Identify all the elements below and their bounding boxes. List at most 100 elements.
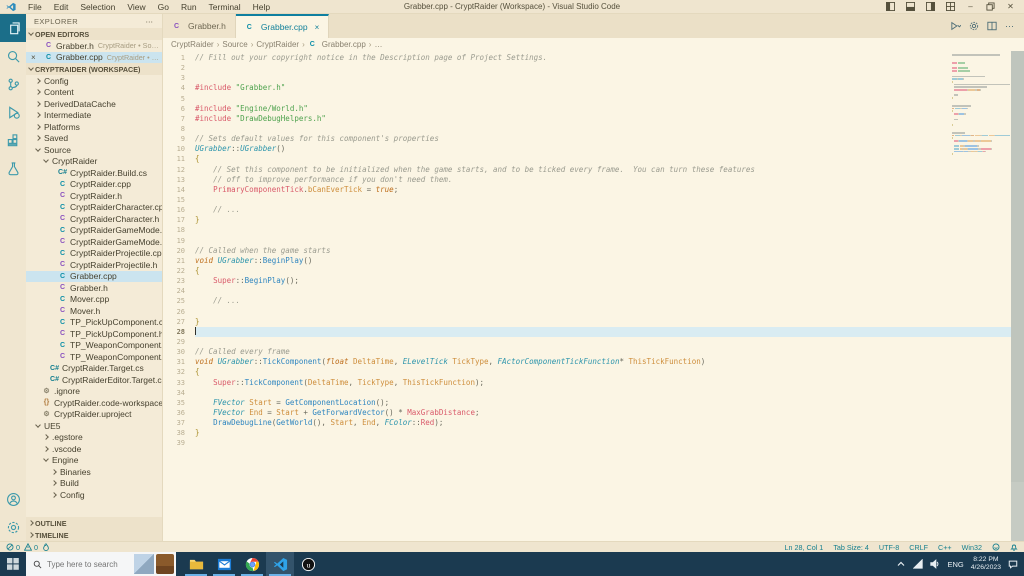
- status-item[interactable]: UTF-8: [879, 543, 899, 552]
- minimize-icon[interactable]: –: [965, 1, 976, 12]
- run-dropdown-icon[interactable]: [951, 21, 961, 31]
- status-item[interactable]: Tab Size: 4: [833, 543, 869, 552]
- tree-folder-source[interactable]: Source: [26, 144, 162, 156]
- error-icon[interactable]: 0: [6, 543, 20, 552]
- tree-folder-engine[interactable]: Engine: [26, 455, 162, 467]
- code-line[interactable]: 27}: [163, 317, 1011, 327]
- settings-gear-icon[interactable]: [0, 513, 26, 541]
- code-line[interactable]: 22 {: [163, 266, 1011, 276]
- search-input[interactable]: [47, 559, 125, 569]
- tree-folder-deriveddatacache[interactable]: DerivedDataCache: [26, 98, 162, 110]
- tree-file-cryptraidergamemode.cpp[interactable]: C CryptRaiderGameMode.cpp: [26, 225, 162, 237]
- tree-file-cryptraider.build.cs[interactable]: C# CryptRaider.Build.cs: [26, 167, 162, 179]
- tree-file-cryptraidergamemode.h[interactable]: C CryptRaiderGameMode.h: [26, 236, 162, 248]
- open-editor-item[interactable]: × C Grabber.cppCryptRaider • Sourc...: [26, 51, 162, 63]
- code-line[interactable]: 34: [163, 388, 1011, 398]
- tree-file-cryptraider.cpp[interactable]: C CryptRaider.cpp: [26, 179, 162, 191]
- vscode-icon[interactable]: [266, 552, 294, 576]
- close-tab-icon[interactable]: ×: [315, 23, 320, 32]
- tree-folder-saved[interactable]: Saved: [26, 133, 162, 145]
- tree-file-grabber.cpp[interactable]: C Grabber.cpp: [26, 270, 162, 282]
- tree-folder-binaries[interactable]: Binaries: [26, 466, 162, 478]
- files-icon[interactable]: [0, 14, 26, 42]
- chevron-up-icon[interactable]: [896, 559, 906, 569]
- menu-selection[interactable]: Selection: [74, 2, 121, 12]
- status-item[interactable]: C++: [938, 543, 952, 552]
- tree-file-cryptraider.target.cs[interactable]: C# CryptRaider.Target.cs: [26, 363, 162, 375]
- menu-help[interactable]: Help: [247, 2, 276, 12]
- code-line[interactable]: 17}: [163, 215, 1011, 225]
- taskbar-clock[interactable]: 8:22 PM 4/26/2023: [971, 556, 1001, 572]
- tree-file-tp_pickupcomponent.cpp[interactable]: C TP_PickUpComponent.cpp: [26, 317, 162, 329]
- source-control-icon[interactable]: [0, 70, 26, 98]
- layout-sidebar-icon[interactable]: [885, 1, 896, 12]
- restore-icon[interactable]: [985, 1, 996, 12]
- section-outline[interactable]: OUTLINE: [26, 517, 162, 529]
- layout-panel-icon[interactable]: [905, 1, 916, 12]
- feedback-icon[interactable]: [992, 543, 1000, 551]
- code-line[interactable]: 18: [163, 225, 1011, 235]
- customize-layout-icon[interactable]: [945, 1, 956, 12]
- code-line[interactable]: 26: [163, 307, 1011, 317]
- code-line[interactable]: 3: [163, 73, 1011, 83]
- tree-file-cryptraidercharacter.cpp[interactable]: C CryptRaiderCharacter.cpp: [26, 202, 162, 214]
- code-line[interactable]: 13 // off to improve performance if you …: [163, 175, 1011, 185]
- breadcrumb-item[interactable]: …: [374, 40, 382, 49]
- start-button[interactable]: [0, 552, 26, 576]
- code-line[interactable]: 16 // ...: [163, 205, 1011, 215]
- breadcrumb-item[interactable]: Source: [222, 40, 247, 49]
- tree-folder-config[interactable]: Config: [26, 75, 162, 87]
- tree-folder-ue5[interactable]: UE5: [26, 420, 162, 432]
- tree-file-cryptraiderprojectile.h[interactable]: C CryptRaiderProjectile.h: [26, 259, 162, 271]
- flame-icon[interactable]: [42, 543, 50, 551]
- taskbar-search[interactable]: [26, 552, 176, 576]
- more-actions-icon[interactable]: ⋯: [1005, 21, 1014, 32]
- tree-file-tp_pickupcomponent.h[interactable]: C TP_PickUpComponent.h: [26, 328, 162, 340]
- tree-file-cryptraidercharacter.h[interactable]: C CryptRaiderCharacter.h: [26, 213, 162, 225]
- code-line[interactable]: 11 {: [163, 154, 1011, 164]
- account-icon[interactable]: [0, 485, 26, 513]
- volume-icon[interactable]: [930, 559, 940, 569]
- breadcrumb-item[interactable]: CryptRaider: [171, 40, 214, 49]
- menu-edit[interactable]: Edit: [48, 2, 75, 12]
- unreal-icon[interactable]: u: [294, 552, 322, 576]
- menu-run[interactable]: Run: [175, 2, 203, 12]
- tree-file-tp_weaponcomponent.cpp[interactable]: C TP_WeaponComponent.cpp: [26, 340, 162, 352]
- extensions-icon[interactable]: [0, 126, 26, 154]
- code-line[interactable]: 30 // Called every frame: [163, 347, 1011, 357]
- code-line[interactable]: 39: [163, 438, 1011, 448]
- code-line[interactable]: 12 // Set this component to be initializ…: [163, 165, 1011, 175]
- code-line[interactable]: 8: [163, 124, 1011, 134]
- file-explorer-icon[interactable]: [182, 552, 210, 576]
- status-item[interactable]: CRLF: [909, 543, 928, 552]
- open-editor-item[interactable]: C Grabber.hCryptRaider • Source\...: [26, 40, 162, 52]
- search-icon[interactable]: [0, 42, 26, 70]
- menu-terminal[interactable]: Terminal: [203, 2, 247, 12]
- layout-secondary-sidebar-icon[interactable]: [925, 1, 936, 12]
- breadcrumb-item[interactable]: CryptRaider: [256, 40, 299, 49]
- code-line[interactable]: 28: [163, 326, 1011, 337]
- tree-folder-content[interactable]: Content: [26, 87, 162, 99]
- code-line[interactable]: 14 PrimaryComponentTick.bCanEverTick = t…: [163, 185, 1011, 195]
- minimap[interactable]: [952, 54, 1010, 159]
- menu-file[interactable]: File: [22, 2, 48, 12]
- explorer-actions-icon[interactable]: ⋯: [146, 17, 155, 26]
- section-open-editors[interactable]: OPEN EDITORS: [26, 28, 162, 40]
- code-line[interactable]: 25 // ...: [163, 296, 1011, 306]
- tree-file-cryptraider.code-workspace[interactable]: {} CryptRaider.code-workspace: [26, 397, 162, 409]
- code-line[interactable]: 6 #include "Engine/World.h": [163, 104, 1011, 114]
- tree-folder-.egstore[interactable]: .egstore: [26, 432, 162, 444]
- split-editor-icon[interactable]: [987, 21, 997, 31]
- bell-icon[interactable]: [1010, 543, 1018, 551]
- code-line[interactable]: 23 Super::BeginPlay();: [163, 276, 1011, 286]
- code-line[interactable]: 35 FVector Start = GetComponentLocation(…: [163, 398, 1011, 408]
- code-line[interactable]: 24: [163, 286, 1011, 296]
- code-line[interactable]: 4 #include "Grabber.h": [163, 83, 1011, 93]
- status-item[interactable]: Win32: [962, 543, 982, 552]
- code-line[interactable]: 37 DrawDebugLine(GetWorld(), Start, End,…: [163, 418, 1011, 428]
- chrome-icon[interactable]: [238, 552, 266, 576]
- tree-folder-cryptraider[interactable]: CryptRaider: [26, 156, 162, 168]
- run-debug-icon[interactable]: [0, 98, 26, 126]
- code-line[interactable]: 1 // Fill out your copyright notice in th…: [163, 53, 1011, 63]
- tree-folder-config[interactable]: Config: [26, 489, 162, 501]
